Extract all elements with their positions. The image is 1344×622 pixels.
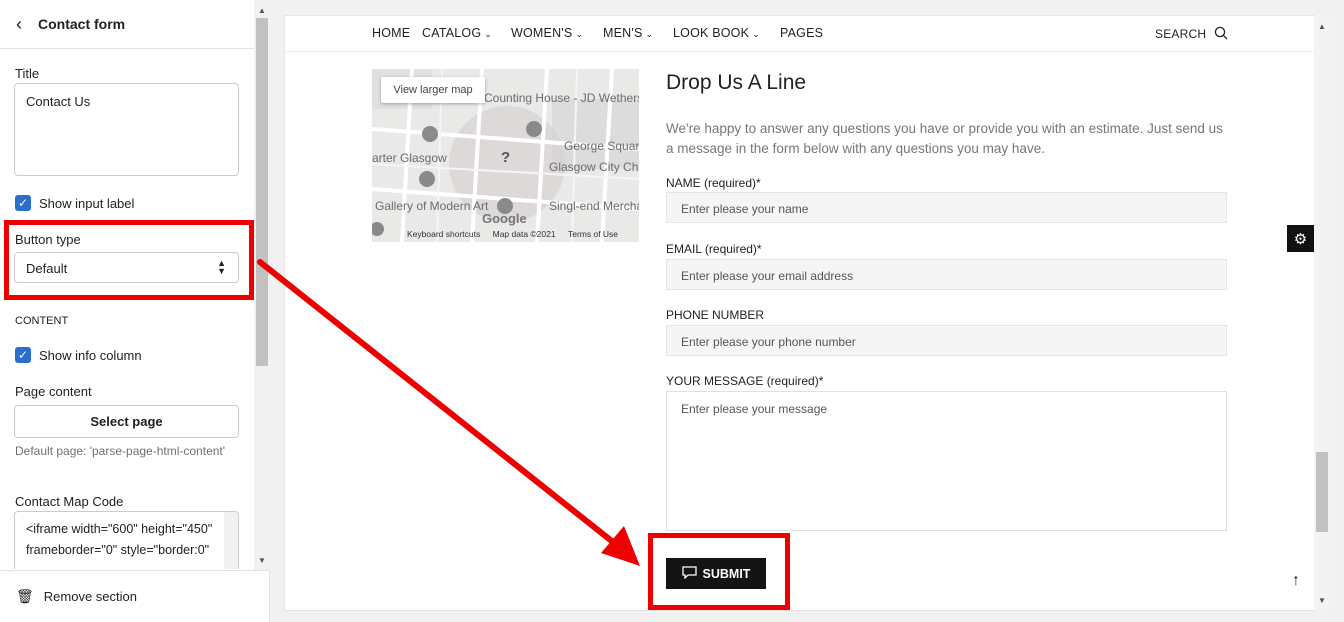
show-input-label-text: Show input label: [39, 195, 135, 211]
map-label: Glasgow City Chambers: [549, 160, 639, 174]
chevron-down-icon: ⌄: [645, 29, 654, 39]
google-logo: Google: [482, 211, 527, 226]
default-page-hint: Default page: 'parse-page-html-content': [15, 444, 226, 458]
nav-pages[interactable]: PAGES: [780, 26, 823, 40]
email-label: EMAIL (required)*: [666, 242, 762, 256]
remove-section-button[interactable]: 🗑 Remove section: [0, 570, 270, 622]
content-heading: CONTENT: [15, 315, 69, 327]
theme-editor-sidebar: ‹ Contact form Title Contact Us ✓ Show i…: [0, 0, 270, 622]
contact-heading: Drop Us A Line: [666, 71, 807, 94]
keyboard-shortcuts-link[interactable]: Keyboard shortcuts: [407, 229, 480, 239]
title-label: Title: [15, 66, 40, 81]
phone-input[interactable]: Enter please your phone number: [666, 325, 1227, 356]
trash-icon: 🗑: [16, 588, 34, 604]
page-content-label: Page content: [15, 384, 92, 399]
highlight-box-button-type: [4, 220, 254, 300]
show-input-label-checkbox[interactable]: ✓ Show input label: [15, 195, 134, 211]
scroll-down-icon[interactable]: ▼: [258, 556, 266, 565]
unknown-place-marker-icon: ?: [501, 149, 511, 166]
message-textarea[interactable]: Enter please your message: [666, 391, 1227, 531]
search-icon: [1214, 26, 1228, 40]
chevron-down-icon: ⌄: [752, 29, 760, 39]
settings-list[interactable]: Title Contact Us ✓ Show input label Butt…: [0, 49, 254, 569]
preview-scrollbar[interactable]: ▲ ▼: [1314, 16, 1330, 610]
map-code-textarea[interactable]: <iframe width="600" height="450" framebo…: [14, 511, 239, 569]
map-footer: Keyboard shortcuts Map data ©2021 Terms …: [407, 229, 618, 239]
select-page-button[interactable]: Select page: [14, 405, 239, 438]
map-label: arter Glasgow: [372, 151, 447, 165]
textarea-scrollbar[interactable]: [224, 512, 238, 569]
back-to-top-icon[interactable]: ↑: [1292, 572, 1300, 590]
view-larger-map-button[interactable]: View larger map: [381, 77, 485, 103]
checkmark-icon: ✓: [15, 347, 31, 363]
show-info-column-checkbox[interactable]: ✓ Show info column: [15, 347, 142, 363]
store-preview: HOME CATALOG ⌄ WOMEN'S ⌄ MEN'S ⌄ LOOK BOOK ⌄…: [285, 16, 1314, 610]
map-label: The Counting House - JD Wetherspoon: [460, 91, 639, 105]
scroll-up-icon[interactable]: ▲: [1318, 22, 1326, 31]
title-input[interactable]: Contact Us: [14, 83, 239, 176]
phone-label: PHONE NUMBER: [666, 308, 765, 322]
name-label: NAME (required)*: [666, 176, 761, 190]
show-info-column-text: Show info column: [39, 347, 142, 363]
sidebar-scrollbar[interactable]: ▲ ▼: [254, 0, 270, 570]
map-label: George Square: [564, 139, 639, 153]
gear-icon[interactable]: ⚙: [1287, 225, 1314, 252]
nav-womens[interactable]: WOMEN'S ⌄: [511, 26, 583, 40]
highlight-box-submit: [648, 533, 790, 610]
nav-catalog[interactable]: CATALOG ⌄: [422, 26, 492, 40]
map-code-label: Contact Map Code: [15, 494, 124, 509]
contact-map[interactable]: The Counting House - JD Wetherspoon Geor…: [372, 69, 639, 242]
map-code-value: <iframe width="600" height="450" framebo…: [26, 522, 213, 557]
map-label: Gallery of Modern Art: [375, 199, 489, 213]
select-page-text: Select page: [90, 414, 163, 429]
sidebar-header: ‹ Contact form: [0, 0, 269, 49]
checkmark-icon: ✓: [15, 195, 31, 211]
nav-home[interactable]: HOME: [372, 26, 410, 40]
remove-section-text: Remove section: [43, 589, 137, 604]
chevron-down-icon: ⌄: [575, 29, 584, 39]
map-label: Singl-end Merchant City: [549, 199, 639, 213]
nav-mens[interactable]: MEN'S ⌄: [603, 26, 653, 40]
email-input[interactable]: Enter please your email address: [666, 259, 1227, 290]
scroll-up-icon[interactable]: ▲: [258, 6, 266, 15]
terms-of-use-link[interactable]: Terms of Use: [568, 229, 618, 239]
back-arrow-icon[interactable]: ‹: [16, 15, 22, 33]
chevron-down-icon: ⌄: [484, 29, 493, 39]
map-data-text: Map data ©2021: [492, 229, 556, 239]
scroll-down-icon[interactable]: ▼: [1318, 596, 1326, 605]
message-label: YOUR MESSAGE (required)*: [666, 374, 824, 388]
main-navigation: HOME CATALOG ⌄ WOMEN'S ⌄ MEN'S ⌄ LOOK BOOK ⌄…: [285, 16, 1314, 52]
search-link[interactable]: SEARCH: [1155, 26, 1228, 41]
name-input[interactable]: Enter please your name: [666, 192, 1227, 223]
scrollbar-thumb[interactable]: [1316, 452, 1328, 532]
nav-look-book[interactable]: LOOK BOOK ⌄: [673, 26, 760, 40]
contact-intro: We're happy to answer any questions you …: [666, 121, 1223, 156]
title-input-value: Contact Us: [26, 94, 91, 109]
scrollbar-thumb[interactable]: [256, 18, 268, 366]
section-title: Contact form: [38, 16, 126, 32]
